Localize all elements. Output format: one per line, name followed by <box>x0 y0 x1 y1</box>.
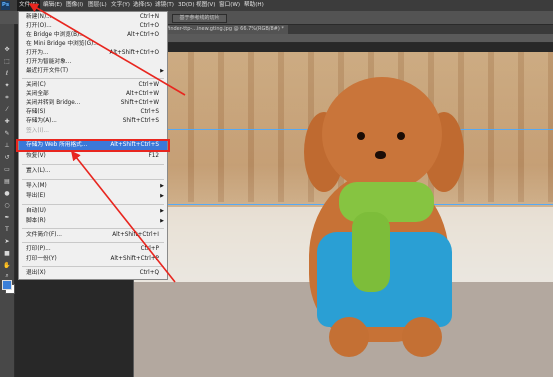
annotation-arrow-to-file-menu <box>28 3 186 96</box>
annotation-arrows <box>28 3 186 283</box>
annotation-arrow-to-save-web <box>71 150 176 283</box>
